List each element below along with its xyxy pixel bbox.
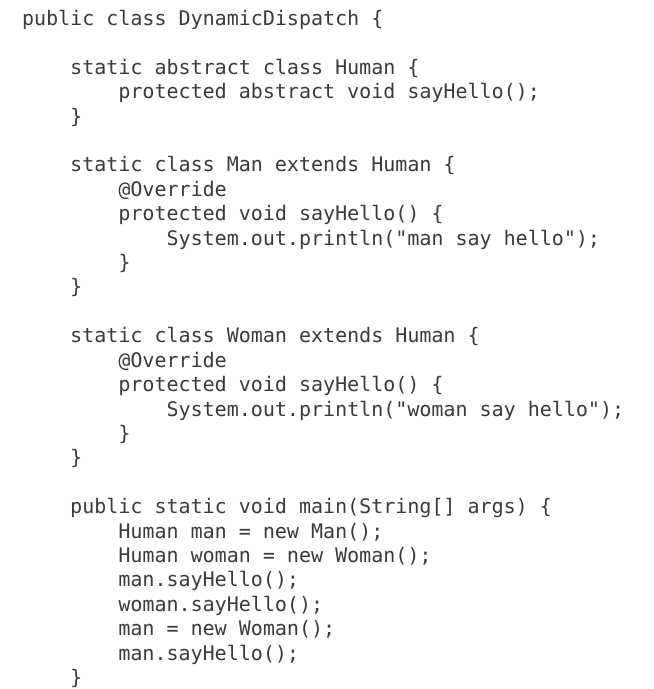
code-line: man.sayHello(); (22, 567, 299, 592)
code-line: public class DynamicDispatch { (22, 6, 384, 30)
code-line: } (22, 103, 83, 128)
code-line: public static void main(String[] args) { (22, 494, 552, 519)
code-line: static abstract class Human { (22, 54, 420, 79)
code-line: } (22, 274, 83, 299)
java-source-code[interactable]: public class DynamicDispatch { static ab… (22, 6, 654, 689)
code-line: Human man = new Man(); (22, 518, 384, 543)
code-line: protected void sayHello() { (22, 201, 444, 226)
code-listing: public class DynamicDispatch { static ab… (0, 0, 654, 689)
code-line: System.out.println("man say hello"); (22, 225, 600, 250)
code-line: man.sayHello(); (22, 640, 299, 665)
code-line: woman.sayHello(); (22, 591, 324, 616)
code-line: protected abstract void sayHello(); (22, 79, 540, 104)
code-line: } (22, 445, 83, 470)
code-line: protected void sayHello() { (22, 372, 444, 397)
code-line: } (22, 420, 131, 445)
code-line: @Override (22, 347, 227, 372)
code-line: } (22, 664, 83, 689)
code-line: } (22, 250, 131, 275)
code-line: @Override (22, 176, 227, 201)
code-line: man = new Woman(); (22, 616, 336, 641)
code-line: Human woman = new Woman(); (22, 542, 432, 567)
code-line: static class Man extends Human { (22, 152, 456, 177)
code-line: static class Woman extends Human { (22, 323, 480, 348)
code-line: System.out.println("woman say hello"); (22, 396, 625, 421)
